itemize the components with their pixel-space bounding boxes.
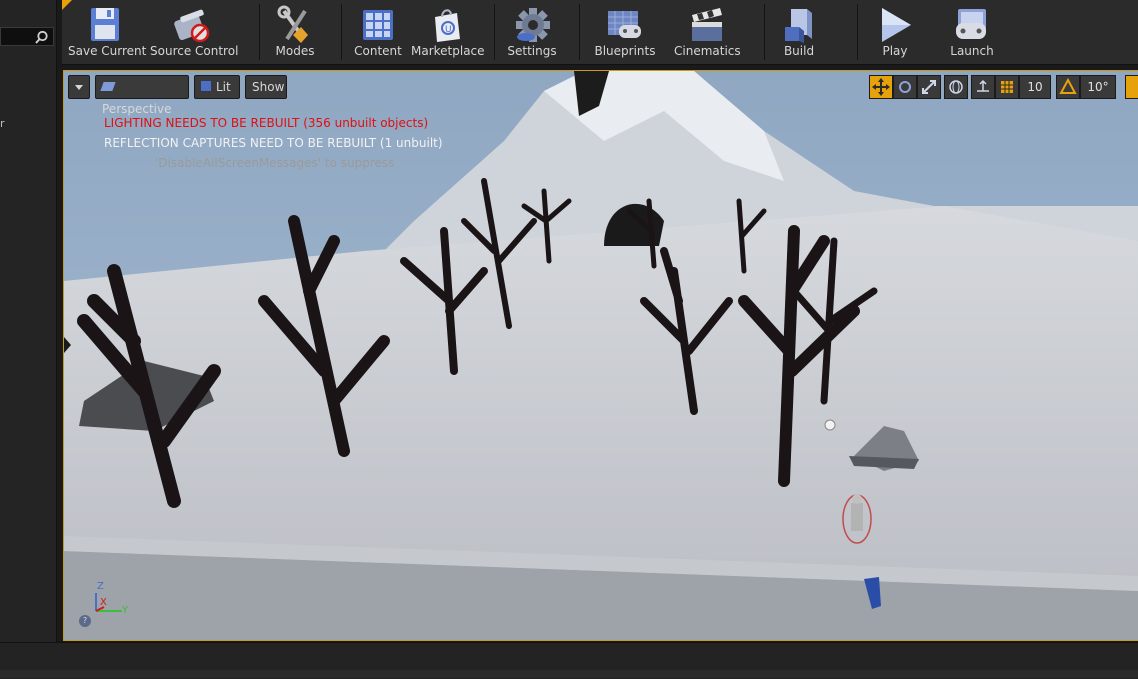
launch-button[interactable]: Launch [946, 3, 998, 61]
svg-text:U: U [445, 25, 452, 35]
grid-snap-value[interactable]: 10 [1019, 75, 1051, 99]
search-icon [35, 30, 48, 44]
lighting-rebuild-warning: LIGHTING NEEDS TO BE REBUILT (356 unbuil… [104, 116, 429, 130]
rotate-icon [899, 81, 911, 93]
content-button[interactable]: Content [352, 3, 404, 61]
rotate-mode-button[interactable] [893, 75, 917, 99]
toolbar-separator [341, 4, 342, 60]
view-mode-lit-button[interactable]: Lit [194, 75, 240, 99]
surface-snap-icon [977, 79, 989, 92]
level-viewport[interactable]: Perspective Lit Show 10 10° LIGHTING NEE… [63, 70, 1138, 641]
clapperboard-icon [692, 8, 722, 41]
build-button[interactable]: Build [776, 3, 822, 61]
blueprint-gamepad-icon [608, 11, 641, 38]
translate-mode-button[interactable] [869, 75, 893, 99]
settings-button[interactable]: Settings [504, 3, 560, 61]
search-input[interactable] [0, 27, 54, 46]
rotation-snap-icon [1059, 77, 1077, 94]
chevron-left-icon[interactable] [64, 337, 71, 353]
axis-x-label: X [100, 597, 107, 608]
toolbar-separator [259, 4, 260, 60]
globe-icon [949, 80, 963, 94]
axis-y-label: Y [122, 605, 129, 616]
gear-icon [516, 8, 550, 42]
modes-button[interactable]: Modes [268, 3, 322, 61]
toolbar-separator [857, 4, 858, 60]
play-icon [882, 8, 911, 42]
help-icon[interactable]: ? [79, 615, 91, 627]
show-flags-button[interactable]: Show [245, 75, 287, 99]
marketplace-bag-icon: U [435, 9, 460, 42]
scale-mode-button[interactable] [917, 75, 941, 99]
scale-icon [922, 80, 936, 94]
source-control-icon [174, 9, 210, 43]
viewport-options-button[interactable] [68, 75, 90, 99]
source-control-button[interactable]: Source Control [150, 3, 238, 61]
blueprints-button[interactable]: Blueprints [594, 3, 656, 61]
cinematics-button[interactable]: Cinematics [674, 3, 741, 61]
suppress-hint: 'DisableAllScreenMessages' to suppress [155, 156, 395, 170]
surface-snapping-button[interactable] [971, 75, 995, 99]
bottom-panel-tabbar [0, 670, 1138, 678]
left-panel: r [0, 0, 57, 642]
reflection-rebuild-warning: REFLECTION CAPTURES NEED TO BE REBUILT (… [104, 136, 443, 150]
world-local-toggle[interactable] [944, 75, 968, 99]
toolbar-separator [764, 4, 765, 60]
content-grid-icon [363, 10, 393, 40]
modes-tools-icon [277, 5, 308, 43]
build-blocks-icon [785, 9, 812, 43]
launch-controller-icon [956, 9, 986, 39]
floppy-disk-icon [91, 8, 119, 41]
save-current-button[interactable]: Save Current [68, 3, 146, 61]
toolbar-separator [494, 4, 495, 60]
play-button[interactable]: Play [872, 3, 918, 61]
axis-z-label: Z [97, 581, 104, 592]
chevron-down-icon [75, 85, 83, 90]
scale-snap-toggle[interactable] [1125, 75, 1138, 99]
move-arrows-icon [872, 78, 890, 96]
grid-icon [1001, 81, 1013, 93]
rotation-snap-value[interactable]: 10° [1080, 75, 1116, 99]
toolbar-separator [579, 4, 580, 60]
perspective-view-button[interactable]: Perspective [95, 75, 189, 116]
axis-gizmo: Z X Y [84, 581, 134, 631]
lit-cube-icon [201, 81, 211, 91]
perspective-cube-icon [100, 82, 116, 91]
marketplace-button[interactable]: U Marketplace [411, 3, 485, 61]
left-panel-label: r [0, 117, 5, 130]
rotation-snap-toggle[interactable] [1056, 75, 1080, 99]
grid-snap-toggle[interactable] [995, 75, 1019, 99]
